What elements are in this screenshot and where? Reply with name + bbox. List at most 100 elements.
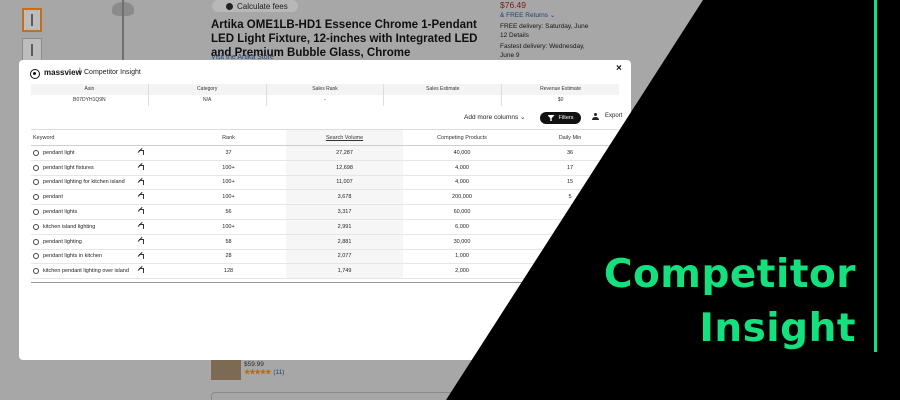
- table-row[interactable]: pendant lighting for kitchen island 100+ 1…: [31, 175, 619, 191]
- table-row[interactable]: pendant light 37 27,287 40,000 36: [31, 146, 619, 161]
- keyword-text: pendant light fixtures: [43, 164, 94, 171]
- calculator-icon: [226, 2, 233, 10]
- summary-header-asin: Asin: [31, 84, 149, 95]
- keyword-text: kitchen island lighting: [43, 223, 96, 230]
- summary-header-sales-estimate: Sales Estimate: [384, 84, 503, 95]
- review-count[interactable]: (11): [273, 369, 284, 376]
- external-link-icon[interactable]: [139, 179, 144, 185]
- related-product-rating: ★★★★★ (11): [244, 368, 284, 376]
- header-search-volume[interactable]: Search Volume: [286, 130, 403, 145]
- external-link-icon[interactable]: [139, 150, 144, 155]
- table-row[interactable]: pendant lights in kitchen 28 2,077 1,000: [31, 249, 619, 265]
- free-delivery-text: FREE delivery: Saturday, June 12 Details: [500, 23, 589, 39]
- competing-products-cell: 2,000: [455, 268, 469, 275]
- external-link-icon[interactable]: [139, 209, 144, 215]
- search-volume-cell: 3,317: [286, 205, 403, 219]
- product-image-lamp-cord: [122, 0, 124, 64]
- summary-header-row: Asin Category Sales Rank Sales Estimate …: [31, 84, 619, 95]
- brand-separator: |: [79, 68, 81, 75]
- summary-value-category: N/A: [148, 95, 267, 106]
- competing-products-cell: 6,000: [455, 223, 469, 230]
- external-link-icon[interactable]: [139, 238, 144, 244]
- keyword-cell: pendant lighting: [31, 235, 171, 249]
- radio-icon[interactable]: [33, 164, 39, 171]
- competing-products-cell: 4,000: [455, 179, 469, 186]
- rank-cell: 28: [225, 253, 232, 260]
- related-product-price: $59.99: [244, 361, 264, 368]
- radio-icon[interactable]: [33, 238, 39, 245]
- keyword-text: pendant light: [43, 149, 75, 156]
- radio-icon[interactable]: [33, 268, 39, 275]
- calculate-fees-button[interactable]: Calculate fees: [212, 0, 298, 12]
- search-volume-cell: 11,007: [286, 175, 403, 190]
- radio-icon[interactable]: [33, 209, 39, 216]
- competing-products-cell: 40,000: [453, 149, 471, 156]
- rank-cell: 100+: [222, 223, 235, 230]
- rank-cell: 100+: [222, 164, 235, 171]
- thumbnail-1[interactable]: [22, 8, 42, 32]
- search-volume-cell: 3,678: [286, 190, 403, 205]
- radio-icon[interactable]: [33, 223, 39, 230]
- rank-cell: 56: [225, 209, 232, 216]
- keyword-cell: pendant lights: [31, 205, 171, 219]
- search-volume-cell: 1,749: [286, 264, 403, 279]
- external-link-icon[interactable]: [139, 164, 144, 170]
- radio-icon[interactable]: [33, 253, 39, 260]
- keyword-cell: kitchen island lighting: [31, 220, 171, 234]
- keyword-text: kitchen pendant lighting over island: [43, 268, 129, 275]
- table-row[interactable]: pendant lighting 58 2,881 30,000: [31, 234, 619, 250]
- table-header-row: Keyword Rank Search Volume Competing Pro…: [31, 130, 619, 146]
- keyword-cell: pendant light: [31, 146, 171, 160]
- search-volume-cell: 2,077: [286, 249, 403, 264]
- summary-header-revenue-estimate: Revenue Estimate: [540, 86, 582, 92]
- massview-logo-icon: [30, 69, 40, 79]
- header-competing-products[interactable]: Competing Products: [403, 130, 521, 145]
- summary-header-sales-rank: Sales Rank: [267, 84, 385, 95]
- radio-icon[interactable]: [33, 149, 39, 156]
- modal-subtitle: Competitor Insight: [84, 69, 141, 76]
- rank-cell: 58: [225, 238, 232, 245]
- summary-table: Asin Category Sales Rank Sales Estimate …: [31, 84, 619, 106]
- lamp-thumb-icon: [31, 44, 33, 56]
- radio-icon[interactable]: [33, 179, 39, 186]
- thumbnail-2[interactable]: [22, 38, 42, 62]
- keyword-text: pendant lights in kitchen: [43, 253, 103, 260]
- export-button[interactable]: Export: [605, 113, 622, 119]
- external-link-icon[interactable]: [139, 223, 144, 229]
- free-returns-link[interactable]: & FREE Returns ⌄: [500, 11, 555, 19]
- keyword-cell: pendant lights in kitchen: [31, 250, 171, 264]
- keyword-cell: pendant lighting for kitchen island: [31, 176, 171, 190]
- header-daily-min[interactable]: Daily Min: [521, 130, 619, 145]
- external-link-icon[interactable]: [139, 253, 144, 259]
- table-row[interactable]: pendant 100+ 3,678 200,000 5: [31, 190, 619, 206]
- search-volume-cell: 2,881: [286, 234, 403, 249]
- keyword-text: pendant lighting: [43, 238, 82, 245]
- competing-products-cell: 60,000: [453, 209, 471, 216]
- external-link-icon[interactable]: [139, 194, 144, 200]
- keyword-text: pendant lighting for kitchen island: [43, 179, 125, 186]
- radio-icon[interactable]: [33, 194, 39, 201]
- banner-title: Competitor Insight: [604, 248, 856, 356]
- header-keyword[interactable]: Keyword: [31, 130, 171, 145]
- table-row[interactable]: pendant light fixtures 100+ 12,698 4,000 17: [31, 160, 619, 176]
- search-volume-cell: 12,698: [286, 160, 403, 175]
- export-icon[interactable]: [592, 113, 599, 121]
- add-more-columns-dropdown[interactable]: Add more columns ⌄: [464, 113, 525, 121]
- filters-button[interactable]: Filters: [540, 112, 581, 124]
- competing-products-cell: 200,000: [452, 194, 472, 201]
- header-rank[interactable]: Rank: [171, 130, 286, 145]
- table-toolbar: Add more columns ⌄ Filters Export: [31, 112, 622, 126]
- summary-value-revenue-estimate: $0: [502, 95, 619, 106]
- lamp-thumb-icon: [31, 14, 33, 26]
- external-link-icon[interactable]: [139, 268, 144, 274]
- close-icon[interactable]: ×: [616, 63, 622, 74]
- banner-title-line2: Insight: [699, 306, 856, 351]
- related-product-image[interactable]: [211, 358, 241, 380]
- table-row[interactable]: pendant lights563,31760,0004: [31, 205, 619, 220]
- table-row[interactable]: kitchen island lighting 100+ 2,991 6,000: [31, 219, 619, 235]
- competing-products-cell: 30,000: [453, 238, 471, 245]
- keyword-table: Keyword Rank Search Volume Competing Pro…: [31, 129, 619, 283]
- brand-name: massview: [44, 68, 82, 77]
- search-volume-cell: 27,287: [286, 146, 403, 160]
- rank-cell: 37: [225, 149, 232, 156]
